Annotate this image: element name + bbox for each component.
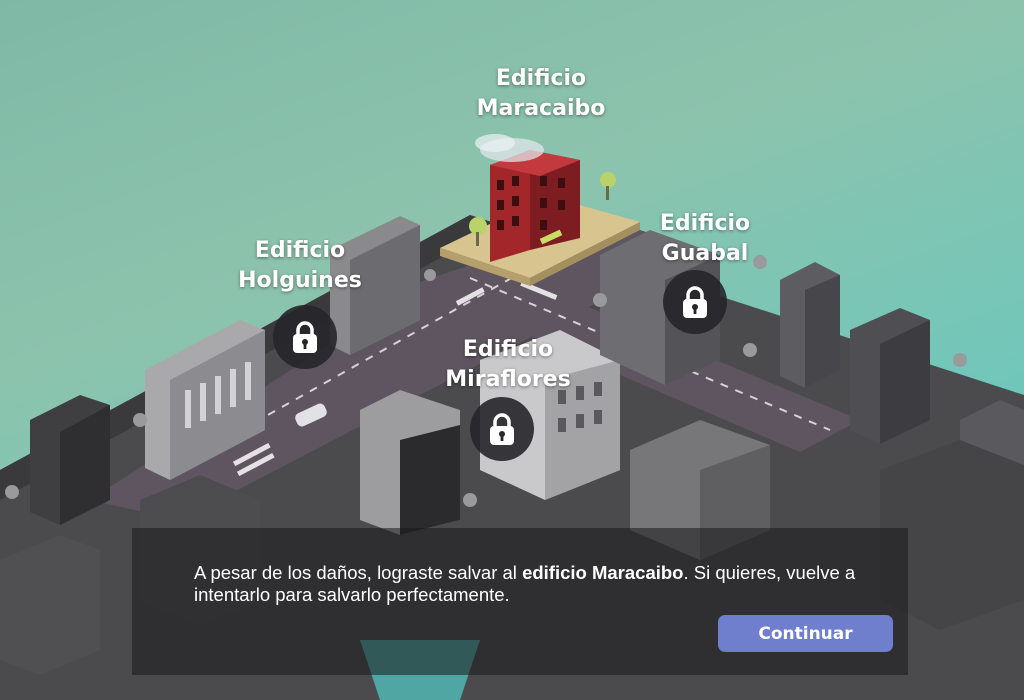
label-holguines: Edificio Holguines (225, 236, 375, 296)
label-holguines-line2: Holguines (238, 268, 362, 293)
label-miraflores: Edificio Miraflores (433, 335, 583, 395)
label-maracaibo-line2: Maracaibo (476, 96, 606, 121)
label-guabal: Edificio Guabal (630, 209, 780, 269)
message-part1: A pesar de los daños, lograste salvar al (194, 562, 523, 583)
lock-icon (490, 413, 514, 445)
lock-icon (293, 321, 317, 353)
result-message: A pesar de los daños, lograste salvar al… (194, 562, 894, 606)
result-message-panel: A pesar de los daños, lograste salvar al… (132, 528, 908, 675)
game-stage: Edificio Maracaibo Edificio Holguines Ed… (0, 0, 1024, 700)
label-maracaibo-line1: Edificio (495, 66, 587, 91)
label-guabal-line2: Guabal (661, 241, 749, 266)
label-miraflores-line2: Miraflores (445, 367, 571, 392)
label-miraflores-line1: Edificio (462, 337, 554, 362)
label-maracaibo: Edificio Maracaibo (466, 64, 616, 124)
message-highlight: edificio Maracaibo (522, 562, 684, 583)
label-holguines-line1: Edificio (254, 238, 346, 263)
lock-guabal-button[interactable] (663, 270, 727, 334)
lock-holguines-button[interactable] (273, 305, 337, 369)
lock-icon (683, 286, 707, 318)
label-guabal-line1: Edificio (659, 211, 751, 236)
lock-miraflores-button[interactable] (470, 397, 534, 461)
continue-button[interactable]: Continuar (718, 615, 893, 652)
